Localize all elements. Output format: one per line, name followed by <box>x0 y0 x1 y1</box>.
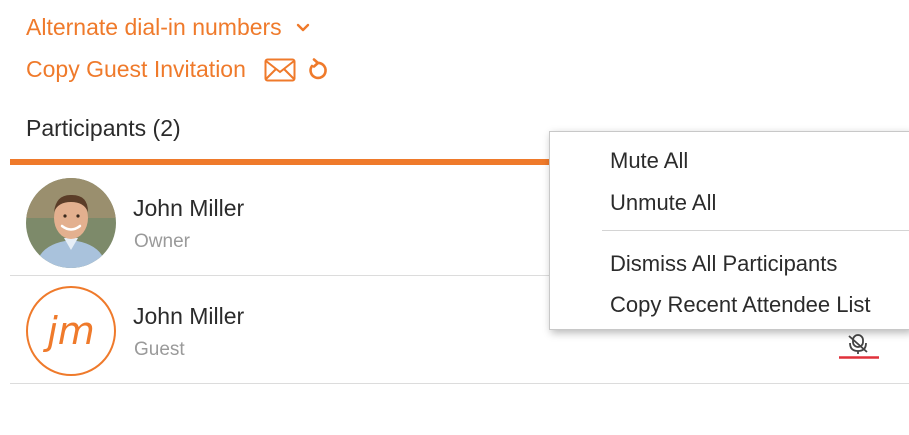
refresh-icon[interactable] <box>306 57 328 82</box>
alternate-dial-in-label: Alternate dial-in numbers <box>26 14 282 40</box>
participants-heading[interactable]: Participants (2) <box>26 115 181 142</box>
avatar-initials: jm <box>47 309 95 353</box>
avatar: jm <box>26 286 116 376</box>
menu-item-copy-recent-attendee-list[interactable]: Copy Recent Attendee List <box>610 292 871 318</box>
participant-name: John Miller <box>133 195 245 221</box>
envelope-icon[interactable] <box>264 58 296 82</box>
copy-guest-invitation-link[interactable]: Copy Guest Invitation <box>26 56 328 83</box>
participant-role: Guest <box>134 339 185 360</box>
participants-context-menu: Mute All Unmute All Dismiss All Particip… <box>549 131 909 330</box>
microphone-muted-icon[interactable] <box>838 333 880 359</box>
avatar <box>26 178 116 268</box>
participants-tab-indicator <box>10 159 570 165</box>
copy-guest-invitation-label: Copy Guest Invitation <box>26 56 246 82</box>
menu-item-unmute-all[interactable]: Unmute All <box>610 190 716 216</box>
menu-item-mute-all[interactable]: Mute All <box>610 148 688 174</box>
alternate-dial-in-link[interactable]: Alternate dial-in numbers <box>26 14 310 41</box>
participant-role: Owner <box>134 231 190 252</box>
menu-item-dismiss-all-participants[interactable]: Dismiss All Participants <box>610 251 837 277</box>
menu-divider <box>602 230 909 231</box>
chevron-down-icon[interactable] <box>296 23 310 33</box>
participant-name: John Miller <box>133 303 245 329</box>
meeting-panel: Alternate dial-in numbers Copy Guest Inv… <box>0 0 909 435</box>
